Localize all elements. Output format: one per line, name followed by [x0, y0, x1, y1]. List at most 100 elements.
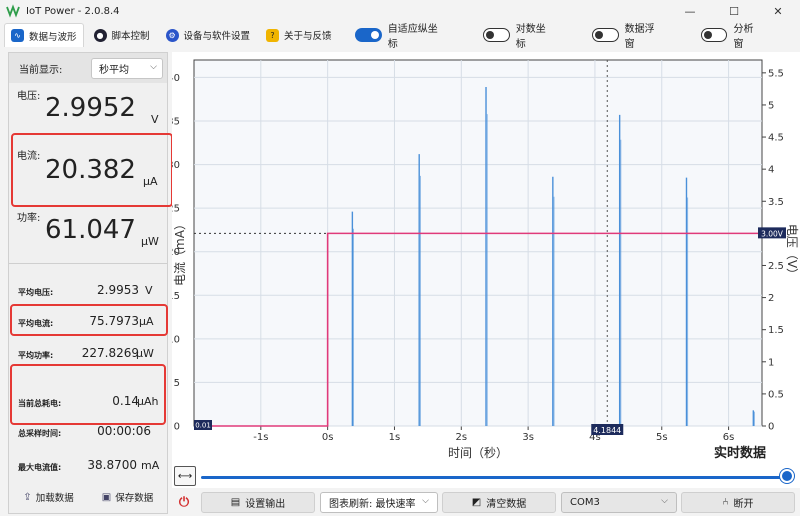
divider: [9, 263, 167, 264]
display-mode-label: 当前显示:: [19, 64, 63, 76]
zero-marker-label: 0.01: [195, 422, 211, 430]
toggle-switch[interactable]: [483, 28, 510, 42]
avg-voltage-unit: V: [145, 284, 153, 297]
x-axis-title: 时间（秒）: [448, 446, 508, 460]
x-tick-label: 1s: [389, 432, 401, 443]
y-right-tick-label: 4.5: [768, 133, 784, 144]
toggle-switch[interactable]: [700, 28, 728, 42]
y-left-tick-label: 40: [172, 73, 180, 84]
port-select[interactable]: COM3 ⌵: [561, 492, 677, 513]
max-current-label: 最大电流值:: [18, 463, 62, 472]
avg-power-value: 227.8269: [81, 346, 139, 360]
y-right-tick-label: 3.5: [768, 197, 784, 208]
total-time-row: 总采样时间: 00:00:06: [9, 423, 167, 443]
toggle-analysis-window[interactable]: 分析窗: [700, 20, 762, 50]
waveform-chart[interactable]: -1s0s1s2s3s4s5s6s051015202530354000.511.…: [172, 52, 800, 488]
refresh-rate-select[interactable]: 图表刷新: 最快速率 ⌵: [320, 492, 438, 513]
tab-label: 数据与波形: [29, 31, 77, 43]
disconnect-label: 断开: [733, 499, 754, 510]
max-current-value: 38.8700: [87, 458, 137, 472]
voltage-unit: V: [151, 113, 159, 126]
chart-svg[interactable]: -1s0s1s2s3s4s5s6s051015202530354000.511.…: [172, 52, 800, 464]
x-tick-label: -1s: [253, 432, 268, 443]
y-right-tick-label: 0.5: [768, 389, 784, 400]
avg-voltage-value: 2.9953: [97, 283, 139, 297]
y-left-axis-title: 电流（mA）: [173, 218, 187, 286]
save-data-button[interactable]: ▣ 保存数据: [88, 485, 167, 509]
waveform-icon: ∿: [11, 29, 24, 42]
app-logo-icon: [6, 4, 20, 18]
avg-power-label: 平均功率:: [18, 351, 54, 360]
output-settings-label: 设置输出: [245, 499, 286, 510]
disconnect-icon: ⑃: [722, 497, 729, 508]
y-left-tick-label: 30: [172, 160, 180, 171]
fit-view-button[interactable]: ⟷: [174, 466, 196, 486]
tab-device-settings[interactable]: ⚙ 设备与软件设置: [160, 23, 257, 47]
output-settings-button[interactable]: ▤ 设置输出: [201, 492, 315, 513]
y-left-tick-label: 25: [172, 204, 180, 215]
highlight-box-current: [11, 133, 173, 207]
tab-data-waveform[interactable]: ∿ 数据与波形: [4, 23, 84, 47]
minimize-button[interactable]: —: [668, 0, 712, 22]
chevron-down-icon: ⌵: [150, 62, 157, 72]
measurement-panel: 当前显示: 秒平均 ⌵ 电压: 2.9952 V 电流: 20.382 μA 功…: [8, 52, 168, 514]
cursor-label: 4.1844: [593, 426, 621, 435]
save-icon: ▣: [101, 491, 112, 503]
x-tick-label: 5s: [656, 432, 668, 443]
time-scrollbar[interactable]: [201, 476, 788, 479]
y-right-tick-label: 5: [768, 100, 774, 111]
y-left-tick-label: 10: [172, 334, 180, 345]
load-data-label: 加载数据: [35, 493, 74, 504]
eraser-icon: ◩: [471, 497, 482, 508]
chevron-down-icon: ⌵: [422, 496, 429, 506]
y-right-tick-label: 4: [768, 165, 774, 176]
y-right-tick-label: 0: [768, 422, 774, 433]
avg-power-unit: μW: [136, 347, 154, 360]
toggle-switch[interactable]: [355, 28, 382, 42]
voltage-readout: 电压: 2.9952 V: [9, 87, 167, 131]
voltage-marker-label: 3.00V: [761, 229, 784, 238]
clear-data-label: 清空数据: [486, 499, 527, 510]
tab-label: 设备与软件设置: [183, 31, 251, 42]
highlight-box-total-charge: [10, 364, 166, 425]
y-right-tick-label: 5.5: [768, 68, 784, 79]
y-right-tick-label: 2: [768, 293, 774, 304]
close-button[interactable]: ✕: [756, 0, 800, 22]
x-tick-label: 6s: [723, 432, 735, 443]
toggle-switch[interactable]: [591, 28, 619, 42]
total-time-value: 00:00:06: [97, 424, 151, 438]
power-icon[interactable]: ⏻: [174, 492, 194, 512]
plot-area: [193, 59, 763, 427]
voltage-value: 2.9952: [45, 93, 136, 123]
app-title: IoT Power - 2.0.8.4: [26, 5, 120, 17]
power-unit: μW: [141, 235, 159, 248]
clear-data-button[interactable]: ◩ 清空数据: [442, 492, 556, 513]
tab-script-control[interactable]: ● 脚本控制: [88, 23, 156, 47]
tab-label: 脚本控制: [111, 31, 150, 42]
disconnect-button[interactable]: ⑃ 断开: [681, 492, 795, 513]
title-bar: IoT Power - 2.0.8.4 — ☐ ✕: [0, 0, 800, 22]
y-right-tick-label: 1: [768, 357, 774, 368]
power-value: 61.047: [45, 215, 136, 245]
avg-voltage-row: 平均电压: 2.9953 V: [9, 282, 167, 302]
y-left-tick-label: 35: [172, 117, 180, 128]
scrollbar-handle[interactable]: [780, 469, 794, 483]
toggle-label: 自适应纵坐标: [387, 24, 438, 50]
maximize-button[interactable]: ☐: [712, 0, 756, 22]
display-mode-select[interactable]: 秒平均 ⌵: [91, 58, 163, 79]
max-current-unit: mA: [141, 459, 160, 472]
y-right-axis-title: 电压（V）: [785, 224, 799, 280]
toggle-data-float[interactable]: 数据浮窗: [591, 20, 663, 50]
toggle-adaptive-y[interactable]: 自适应纵坐标: [355, 20, 445, 50]
y-left-tick-label: 15: [172, 291, 180, 302]
toggle-log-scale[interactable]: 对数坐标: [483, 20, 554, 50]
realtime-data-label: 实时数据: [714, 445, 766, 461]
y-left-tick-label: 0: [174, 422, 180, 433]
toggle-label: 对数坐标: [515, 24, 546, 50]
chevron-down-icon: ⌵: [661, 496, 668, 506]
load-data-button[interactable]: ⇪ 加载数据: [9, 485, 88, 509]
x-tick-label: 0s: [322, 432, 334, 443]
load-icon: ⇪: [23, 491, 32, 503]
tab-about-feedback[interactable]: ? 关于与反馈: [260, 23, 338, 47]
total-time-label: 总采样时间:: [18, 429, 62, 438]
